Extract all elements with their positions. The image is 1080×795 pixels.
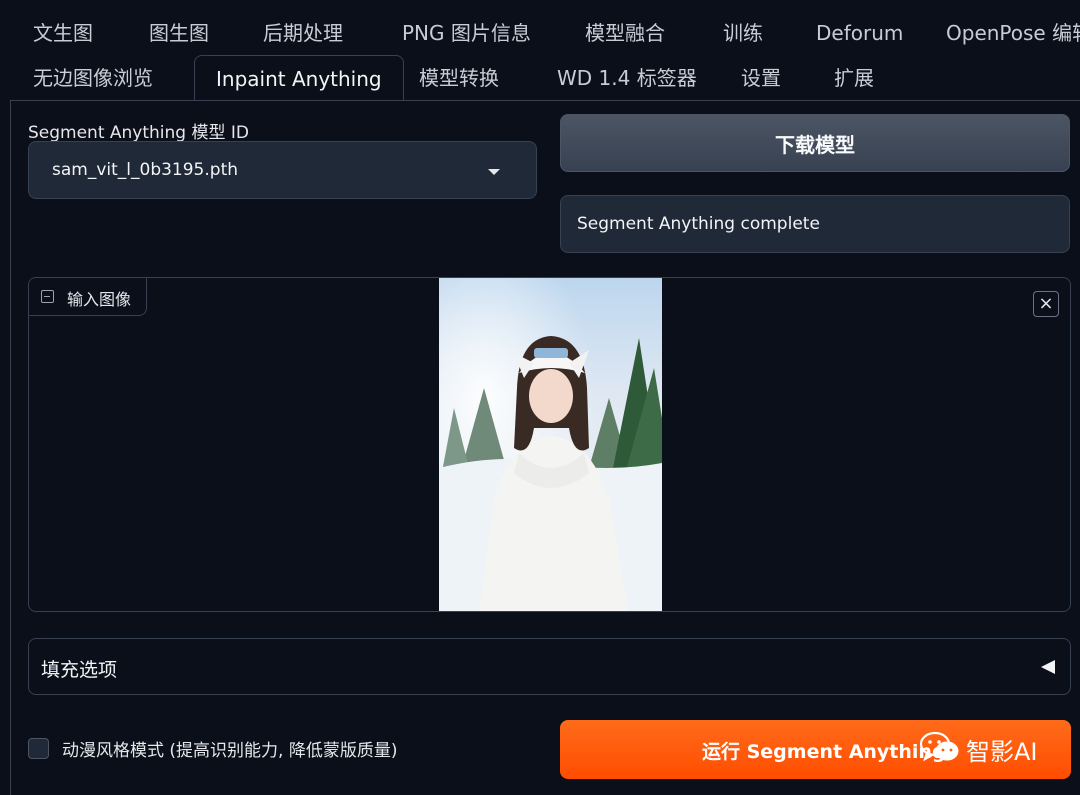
portrait-photo xyxy=(439,278,662,611)
tab-deforum[interactable]: Deforum xyxy=(816,10,903,54)
tab-model-convert[interactable]: 模型转换 xyxy=(419,55,499,99)
input-image-label-text: 输入图像 xyxy=(67,290,132,309)
model-id-label: Segment Anything 模型 ID xyxy=(28,123,250,143)
input-image-preview[interactable] xyxy=(439,278,662,611)
tab-img2img[interactable]: 图生图 xyxy=(149,10,209,54)
watermark: 智影AI xyxy=(918,727,1078,767)
tab-inpaint-anything[interactable]: Inpaint Anything xyxy=(194,55,404,101)
chevron-down-icon xyxy=(488,169,500,175)
anime-mode-label[interactable]: 动漫风格模式 (提高识别能力, 降低蒙版质量) xyxy=(62,736,397,761)
fill-options-label: 填充选项 xyxy=(41,659,118,681)
tab-extras[interactable]: 后期处理 xyxy=(263,10,343,54)
input-image-panel[interactable]: 输入图像 × xyxy=(28,277,1071,612)
tab-txt2img[interactable]: 文生图 xyxy=(33,10,93,54)
wechat-icon xyxy=(919,731,959,762)
tab-extensions[interactable]: 扩展 xyxy=(834,55,874,99)
tab-wd14-tagger[interactable]: WD 1.4 标签器 xyxy=(557,55,697,99)
tab-train[interactable]: 训练 xyxy=(723,10,763,54)
image-icon xyxy=(41,290,54,303)
tab-model-merge[interactable]: 模型融合 xyxy=(585,10,665,54)
status-text: Segment Anything complete xyxy=(577,214,820,234)
status-textbox[interactable]: Segment Anything complete xyxy=(560,195,1070,253)
anime-mode-checkbox[interactable] xyxy=(28,738,49,759)
run-button-label: 运行 Segment Anything xyxy=(702,741,946,763)
tab-png-info[interactable]: PNG 图片信息 xyxy=(402,10,531,54)
tab-panel-border xyxy=(10,100,1080,101)
download-model-button[interactable]: 下载模型 xyxy=(560,114,1070,172)
input-image-label: 输入图像 xyxy=(29,278,147,316)
tab-infinite-image-browsing[interactable]: 无边图像浏览 xyxy=(33,55,153,99)
model-id-value: sam_vit_l_0b3195.pth xyxy=(52,160,239,180)
tab-openpose-editor[interactable]: OpenPose 编辑 xyxy=(946,10,1080,54)
fill-options-accordion[interactable]: 填充选项 xyxy=(28,638,1071,695)
tab-settings[interactable]: 设置 xyxy=(741,55,781,99)
model-id-dropdown[interactable]: sam_vit_l_0b3195.pth xyxy=(28,141,537,199)
watermark-text: 智影AI xyxy=(966,738,1038,766)
triangle-left-icon xyxy=(1041,660,1055,674)
tab-panel-left-border xyxy=(10,100,11,795)
close-icon[interactable]: × xyxy=(1033,291,1059,317)
